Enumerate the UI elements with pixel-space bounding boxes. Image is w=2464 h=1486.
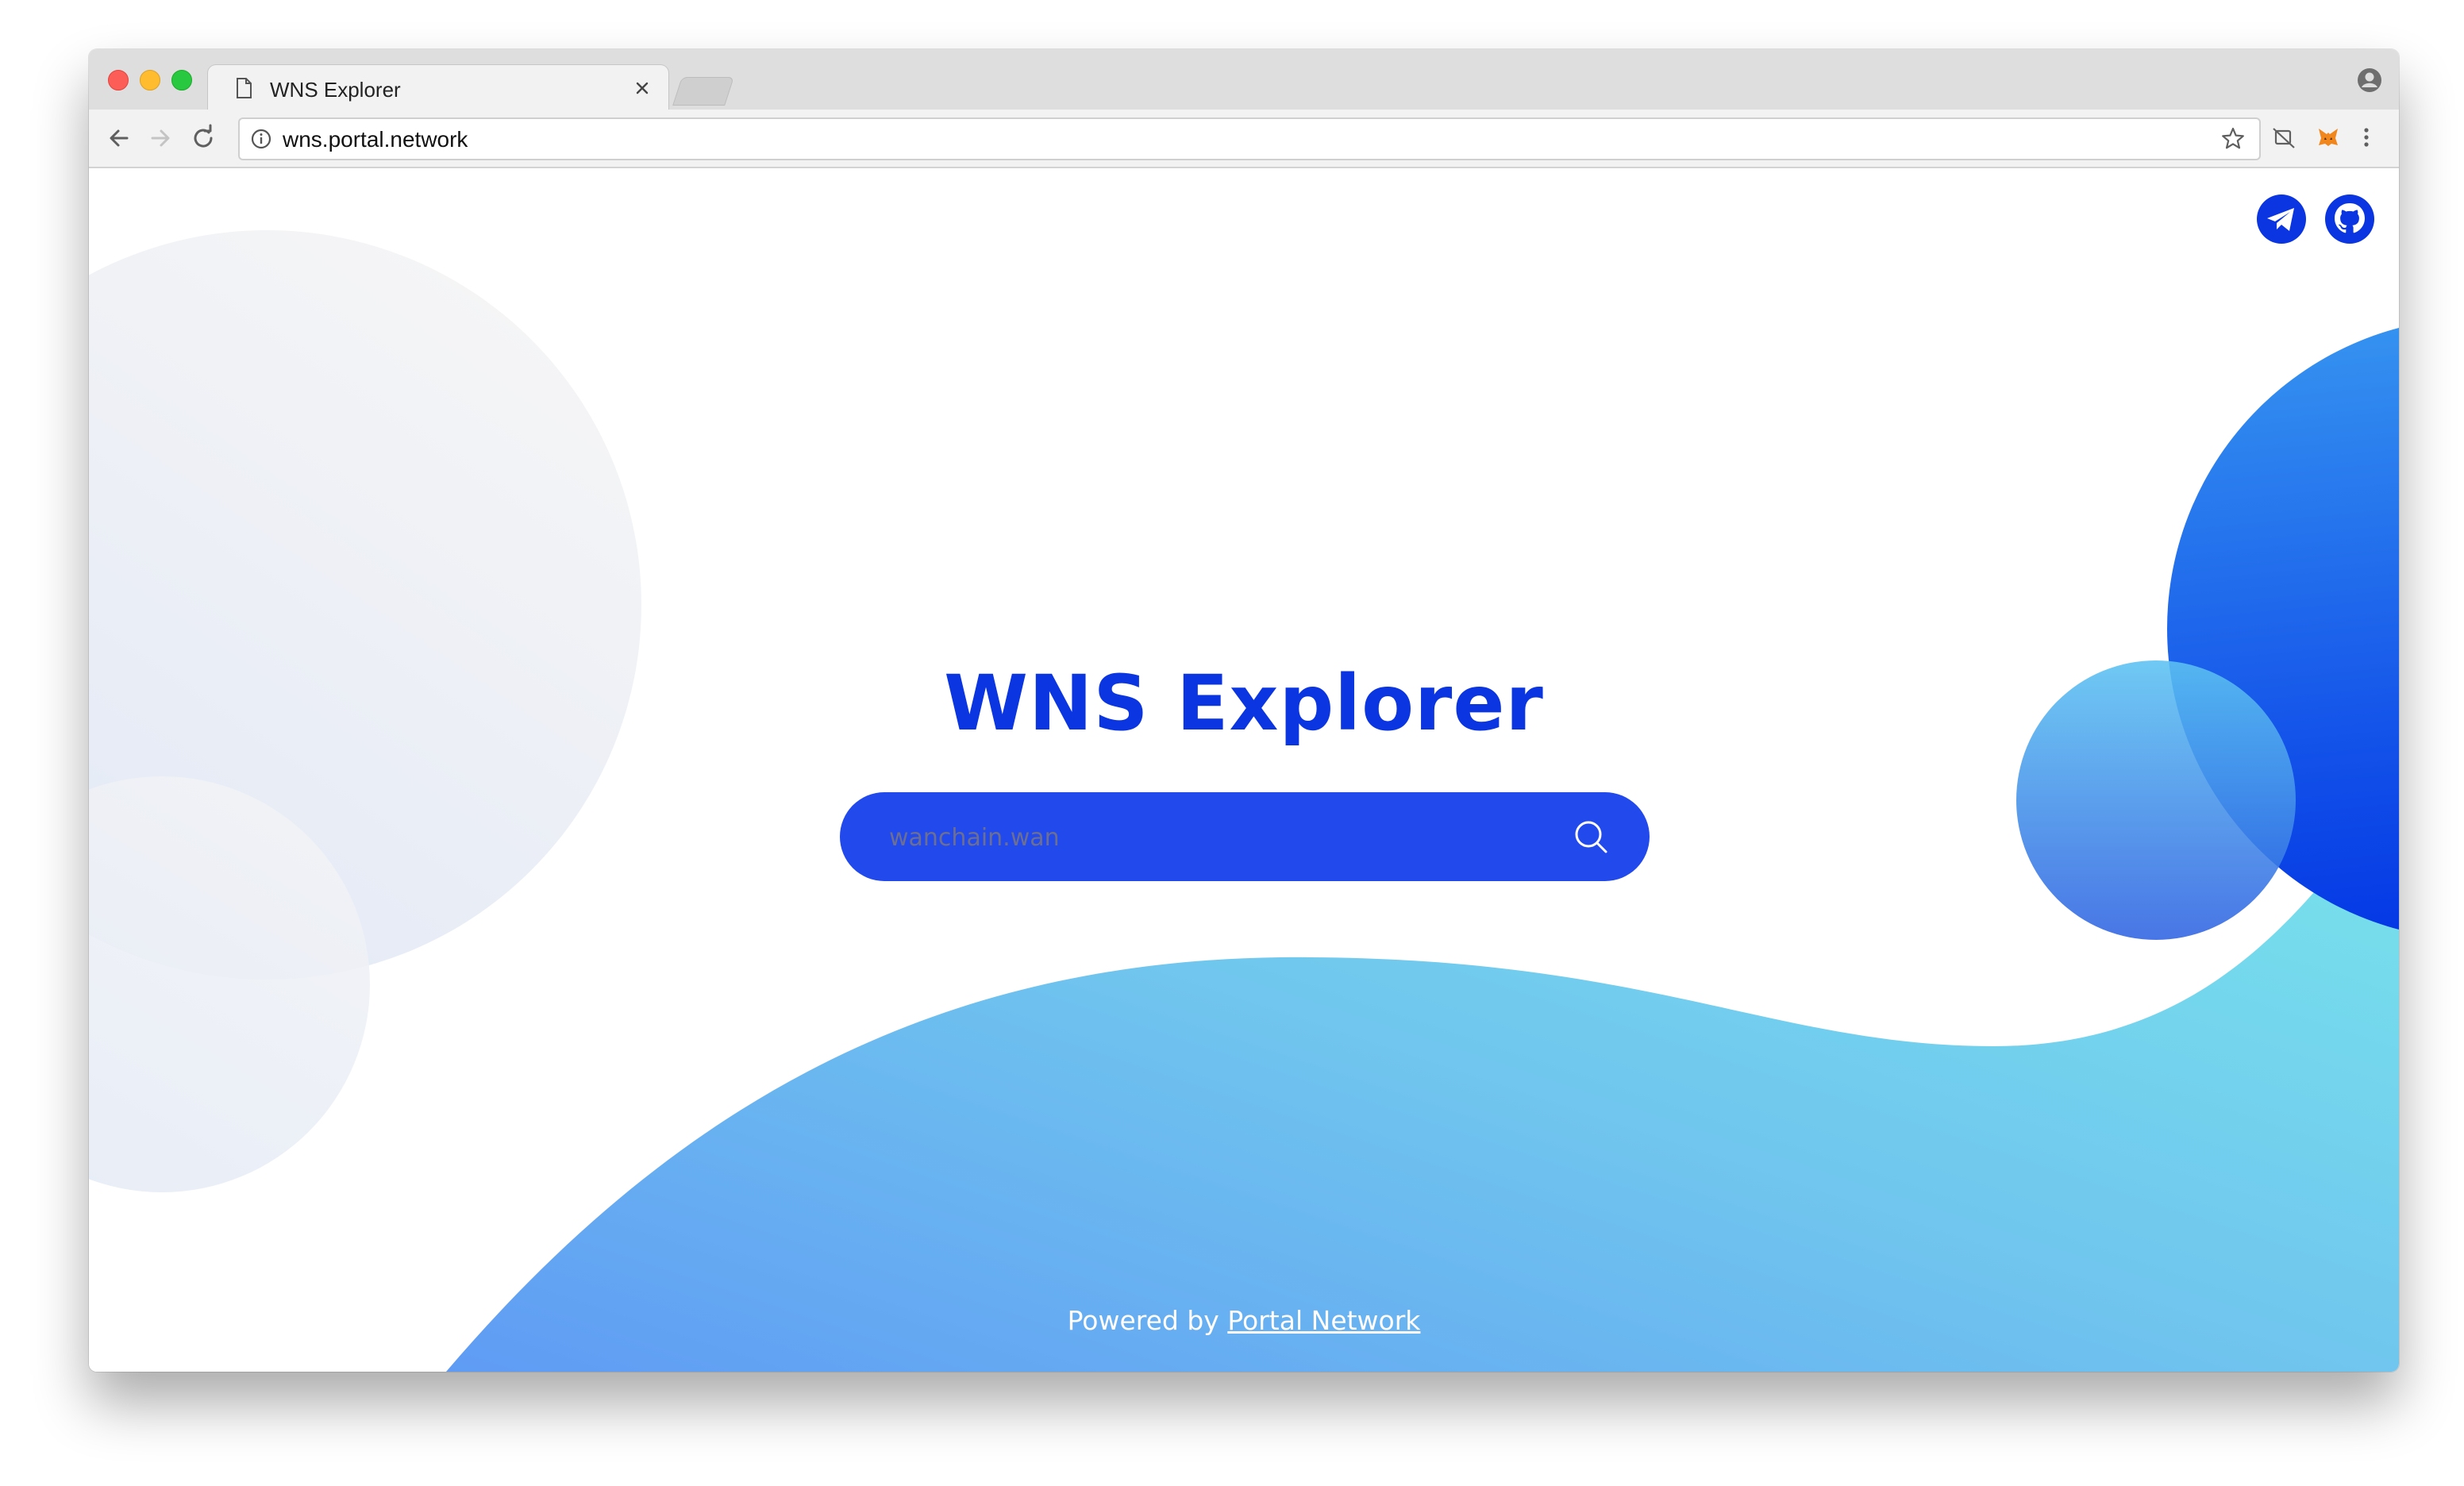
account-icon[interactable]	[2356, 67, 2383, 94]
browser-toolbar: wns.portal.network	[89, 110, 2399, 168]
browser-window: WNS Explorer wns.portal.network WNS Expl…	[89, 49, 2399, 1372]
kebab-menu-icon[interactable]	[2353, 124, 2380, 151]
document-icon	[237, 78, 252, 98]
zoom-window-button[interactable]	[171, 70, 192, 90]
footer: Powered by Portal Network	[89, 1305, 2399, 1336]
url-text: wns.portal.network	[283, 127, 468, 152]
arrow-right-icon[interactable]	[144, 122, 176, 154]
portal-network-link[interactable]: Portal Network	[1227, 1305, 1420, 1336]
minimize-window-button[interactable]	[140, 70, 160, 90]
close-window-button[interactable]	[108, 70, 129, 90]
arrow-left-icon[interactable]	[103, 122, 135, 154]
tab-title: WNS Explorer	[270, 78, 401, 102]
footer-prefix: Powered by	[1067, 1305, 1219, 1336]
close-icon[interactable]	[630, 76, 654, 100]
browser-tab-active[interactable]: WNS Explorer	[208, 65, 668, 111]
github-icon[interactable]	[2324, 194, 2375, 244]
page-viewport: WNS Explorer Powered by Portal Network	[89, 168, 2399, 1372]
info-icon[interactable]	[249, 127, 273, 151]
star-icon[interactable]	[2220, 125, 2246, 152]
new-tab-button[interactable]	[673, 78, 733, 105]
reload-icon[interactable]	[187, 122, 219, 154]
telegram-icon[interactable]	[2256, 194, 2307, 244]
screenshot-stage: WNS Explorer wns.portal.network WNS Expl…	[0, 0, 2464, 1486]
address-bar[interactable]: wns.portal.network	[238, 117, 2261, 160]
metamask-fox-icon[interactable]	[2315, 124, 2342, 151]
search-icon[interactable]	[1572, 818, 1610, 856]
search-bar	[840, 792, 1650, 881]
extension-sync-icon[interactable]	[2270, 124, 2297, 151]
decorative-background	[89, 230, 2399, 1372]
page-title: WNS Explorer	[944, 659, 1544, 748]
browser-titlebar: WNS Explorer	[89, 49, 2399, 111]
search-input[interactable]	[887, 813, 1542, 862]
